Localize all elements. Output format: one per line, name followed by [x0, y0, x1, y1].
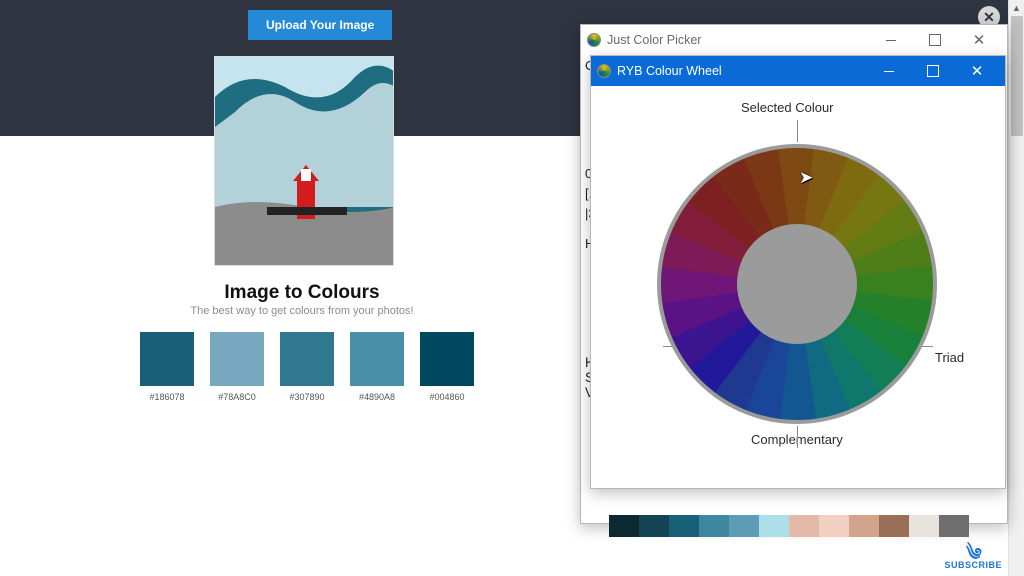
subscribe-badge[interactable]: ༄ SUBSCRIBE: [944, 546, 1002, 570]
tick-selected: [797, 120, 798, 142]
tick-complementary: [797, 426, 798, 448]
swatch-hex: #307890: [289, 392, 324, 402]
jcp-titlebar[interactable]: Just Color Picker ✕: [581, 25, 1007, 55]
swatch-chip: [280, 332, 334, 386]
swatch-chip: [140, 332, 194, 386]
palette-cell[interactable]: [939, 515, 969, 537]
ryb-titlebar[interactable]: RYB Colour Wheel ✕: [591, 56, 1005, 86]
palette-cell[interactable]: [699, 515, 729, 537]
swatch-hex: #78A8C0: [218, 392, 256, 402]
palette-cell[interactable]: [909, 515, 939, 537]
colour-wheel[interactable]: [657, 144, 937, 424]
ryb-title: RYB Colour Wheel: [617, 64, 722, 78]
palette-cell[interactable]: [729, 515, 759, 537]
swatch-chip: [420, 332, 474, 386]
swatch-chip: [210, 332, 264, 386]
swatch[interactable]: #307890: [280, 332, 334, 402]
page-title: Image to Colours: [0, 282, 604, 304]
palette-cell[interactable]: [849, 515, 879, 537]
swatch-hex: #186078: [149, 392, 184, 402]
scroll-up-icon[interactable]: ▲: [1009, 0, 1024, 16]
swatch[interactable]: #004860: [420, 332, 474, 402]
maximize-button[interactable]: [911, 56, 955, 86]
ryb-logo-icon: [597, 64, 611, 78]
label-triad: Triad: [935, 350, 964, 365]
palette-cell[interactable]: [669, 515, 699, 537]
swatch[interactable]: #186078: [140, 332, 194, 402]
jcp-logo-icon: [587, 33, 601, 47]
swatch-hex: #004860: [429, 392, 464, 402]
jcp-bottom-palette[interactable]: [609, 515, 969, 537]
swatch-hex: #4890A8: [359, 392, 395, 402]
palette-cell[interactable]: [639, 515, 669, 537]
palette-cell[interactable]: [819, 515, 849, 537]
palette-row: #186078 #78A8C0 #307890 #4890A8 #004860: [140, 332, 474, 402]
jcp-title: Just Color Picker: [607, 33, 701, 47]
ryb-colour-wheel-window[interactable]: RYB Colour Wheel ✕ Selected Colour Triad…: [590, 55, 1006, 489]
swatch[interactable]: #4890A8: [350, 332, 404, 402]
close-button[interactable]: ✕: [955, 56, 999, 86]
minimize-button[interactable]: [867, 56, 911, 86]
maximize-button[interactable]: [913, 25, 957, 55]
page-subtitle: The best way to get colours from your ph…: [0, 305, 604, 317]
palette-cell[interactable]: [759, 515, 789, 537]
palette-cell[interactable]: [879, 515, 909, 537]
label-selected-colour: Selected Colour: [741, 100, 834, 115]
uploaded-image: [214, 56, 394, 266]
scrollbar-thumb[interactable]: [1011, 16, 1023, 136]
upload-button[interactable]: Upload Your Image: [248, 10, 392, 40]
swatch-chip: [350, 332, 404, 386]
palette-cell[interactable]: [789, 515, 819, 537]
palette-cell[interactable]: [609, 515, 639, 537]
page-scrollbar[interactable]: ▲: [1008, 0, 1024, 576]
close-button[interactable]: ✕: [957, 25, 1001, 55]
minimize-button[interactable]: [869, 25, 913, 55]
swatch[interactable]: #78A8C0: [210, 332, 264, 402]
